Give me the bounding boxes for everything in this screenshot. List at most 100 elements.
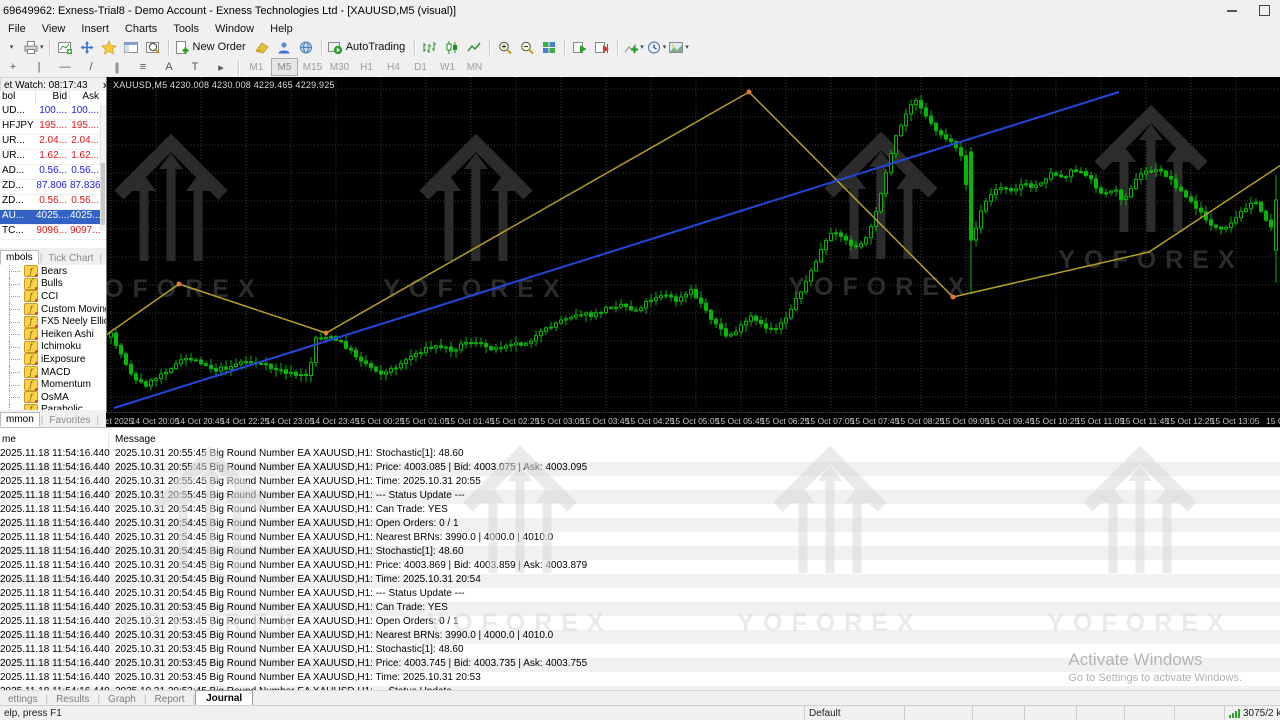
journal-row[interactable]: 2025.11.18 11:54:16.440 2025.10.31 20:55:…: [0, 448, 1280, 462]
tile-windows-icon[interactable]: [538, 38, 560, 56]
timeframe-w1[interactable]: W1: [435, 59, 460, 75]
navigator-item-bulls[interactable]: ƒ Bulls: [0, 277, 106, 291]
menu-tools[interactable]: Tools: [165, 22, 207, 36]
journal-row[interactable]: 2025.11.18 11:54:16.440 2025.10.31 20:53:…: [0, 616, 1280, 630]
journal-row[interactable]: 2025.11.18 11:54:16.440 2025.10.31 20:54:…: [0, 532, 1280, 546]
market-watch-row[interactable]: AU... 4025.... 4025....: [0, 210, 106, 225]
strategy-tester-icon[interactable]: [142, 38, 164, 56]
print-icon[interactable]: ▾: [22, 38, 45, 56]
navigator-item-momentum[interactable]: ƒ Momentum: [0, 378, 106, 391]
line-chart-icon[interactable]: [463, 38, 485, 56]
candlestick-chart[interactable]: YOFOREXYOFOREXYOFOREXYOFOREX: [107, 77, 1280, 412]
timeframe-m1[interactable]: M1: [244, 59, 269, 75]
timeframe-m15[interactable]: M15: [300, 59, 325, 75]
navigator-item-iexposure[interactable]: ƒ iExposure: [0, 353, 106, 366]
text-tool-icon[interactable]: A: [156, 58, 182, 76]
indicators-icon[interactable]: ▾: [622, 38, 645, 56]
market-watch-tab-tick-chart[interactable]: Tick Chart: [43, 252, 98, 265]
navigator-item-ichimoku[interactable]: ƒ Ichimoku: [0, 340, 106, 354]
title-bar[interactable]: 69649962: Exness-Trial8 - Demo Account -…: [0, 0, 1280, 21]
status-profile[interactable]: Default: [805, 706, 905, 720]
templates-icon[interactable]: ▾: [667, 38, 690, 56]
timeframe-h1[interactable]: H1: [354, 59, 379, 75]
navigator-item-osma[interactable]: ƒ OsMA: [0, 390, 106, 404]
menu-insert[interactable]: Insert: [73, 22, 117, 36]
navigator-item-bears[interactable]: ƒ Bears: [0, 265, 106, 278]
market-watch-tab-mbols[interactable]: mbols: [0, 250, 39, 265]
zoom-out-icon[interactable]: [516, 38, 538, 56]
community-icon[interactable]: [295, 38, 317, 56]
chart-type-dropdown-caret[interactable]: ▾: [0, 38, 22, 56]
journal-row[interactable]: 2025.11.18 11:54:16.440 2025.10.31 20:53:…: [0, 630, 1280, 644]
trendline-tool-icon[interactable]: /: [78, 58, 104, 76]
tester-tab-ettings[interactable]: ettings: [0, 693, 45, 706]
tester-tab-results[interactable]: Results: [48, 693, 97, 706]
auto-scroll-icon[interactable]: [569, 38, 591, 56]
journal-row[interactable]: 2025.11.18 11:54:16.440 2025.10.31 20:55:…: [0, 462, 1280, 476]
tester-tab-report[interactable]: Report: [146, 693, 192, 706]
navigator-item-cci[interactable]: ƒ CCI: [0, 290, 106, 303]
menu-window[interactable]: Window: [207, 22, 262, 36]
navigator-tab-mmon[interactable]: mmon: [0, 412, 40, 427]
autotrading-button[interactable]: AutoTrading: [326, 38, 411, 56]
market-watch-row[interactable]: AD... 0.56... 0.56...: [0, 165, 106, 180]
new-order-button[interactable]: New Order: [173, 38, 251, 56]
menu-charts[interactable]: Charts: [117, 22, 165, 36]
cursor-crosshair-icon[interactable]: [76, 38, 98, 56]
menu-view[interactable]: View: [34, 22, 74, 36]
terminal-icon[interactable]: [273, 38, 295, 56]
shapes-tool-icon[interactable]: ▸: [208, 58, 234, 76]
tester-tab-graph[interactable]: Graph: [100, 693, 144, 706]
fibonacci-tool-icon[interactable]: ≡: [130, 58, 156, 76]
market-watch-row[interactable]: TC... 9096... 9097...: [0, 225, 106, 240]
journal-row[interactable]: 2025.11.18 11:54:16.440 2025.10.31 20:54:…: [0, 560, 1280, 574]
timeframe-h4[interactable]: H4: [381, 59, 406, 75]
timeframe-mn[interactable]: MN: [462, 59, 487, 75]
equidistant-channel-tool-icon[interactable]: ∥: [104, 58, 130, 76]
periods-icon[interactable]: ▾: [645, 38, 668, 56]
chart-area[interactable]: YOFOREXYOFOREXYOFOREXYOFOREX XAUUSD,M5 4…: [106, 77, 1280, 412]
navigator-tab-favorites[interactable]: Favorites: [44, 414, 95, 427]
timeframe-m5[interactable]: M5: [271, 58, 298, 76]
vertical-line-tool-icon[interactable]: |: [26, 58, 52, 76]
market-watch-row[interactable]: UR... 1.62... 1.62...: [0, 150, 106, 165]
horizontal-line-tool-icon[interactable]: —: [52, 58, 78, 76]
journal-row[interactable]: 2025.11.18 11:54:16.440 2025.10.31 20:54:…: [0, 518, 1280, 532]
navigator-item-custom-moving-a[interactable]: ƒCustom Moving A: [0, 302, 106, 316]
journal-row[interactable]: 2025.11.18 11:54:16.440 2025.10.31 20:53:…: [0, 602, 1280, 616]
journal-row[interactable]: 2025.11.18 11:54:16.440 2025.10.31 20:54:…: [0, 574, 1280, 588]
timeframe-m30[interactable]: M30: [327, 59, 352, 75]
maximize-button[interactable]: [1259, 5, 1270, 16]
tester-tab-journal[interactable]: Journal: [195, 689, 254, 707]
bar-chart-icon[interactable]: [419, 38, 441, 56]
market-watch-row[interactable]: ZD... 0.56... 0.56...: [0, 195, 106, 210]
market-watch-icon[interactable]: [98, 38, 120, 56]
navigator-item-heiken-ashi[interactable]: ƒ Heiken Ashi: [0, 327, 106, 341]
market-watch-row[interactable]: UR... 2.04... 2.04...: [0, 135, 106, 150]
journal-row[interactable]: 2025.11.18 11:54:16.440 2025.10.31 20:53:…: [0, 644, 1280, 658]
market-watch-row[interactable]: UD... 100.... 100....: [0, 105, 106, 120]
crosshair-tool-icon[interactable]: +: [0, 58, 26, 76]
market-watch-row[interactable]: ZD... 87.806 87.836: [0, 180, 106, 195]
navigator-item-fx5-neely-elliot-w[interactable]: ƒFX5 Neely Elliot W: [0, 315, 106, 328]
journal-row[interactable]: 2025.11.18 11:54:16.440 2025.10.31 20:54:…: [0, 546, 1280, 560]
journal-row[interactable]: 2025.11.18 11:54:16.440 2025.10.31 20:53:…: [0, 658, 1280, 672]
data-window-icon[interactable]: [120, 38, 142, 56]
minimize-button[interactable]: [1227, 9, 1237, 12]
menu-help[interactable]: Help: [262, 22, 301, 36]
new-chart-icon[interactable]: [54, 38, 76, 56]
timeframe-d1[interactable]: D1: [408, 59, 433, 75]
menu-file[interactable]: File: [0, 22, 34, 36]
zoom-in-icon[interactable]: [494, 38, 516, 56]
text-label-tool-icon[interactable]: T: [182, 58, 208, 76]
navigator-item-macd[interactable]: ƒ MACD: [0, 365, 106, 379]
journal-row[interactable]: 2025.11.18 11:54:16.440 2025.10.31 20:54:…: [0, 588, 1280, 602]
journal-row[interactable]: 2025.11.18 11:54:16.440 2025.10.31 20:53:…: [0, 672, 1280, 686]
candlestick-icon[interactable]: [441, 38, 463, 56]
journal-row[interactable]: 2025.11.18 11:54:16.440 2025.10.31 20:54:…: [0, 504, 1280, 518]
chart-shift-icon[interactable]: [591, 38, 613, 56]
journal-row[interactable]: 2025.11.18 11:54:16.440 2025.10.31 20:55:…: [0, 476, 1280, 490]
time-axis[interactable]: 14 Oct 202514 Oct 20:0514 Oct 20:4514 Oc…: [106, 412, 1280, 428]
journal-row[interactable]: 2025.11.18 11:54:16.440 2025.10.31 20:55:…: [0, 490, 1280, 504]
market-watch-row[interactable]: HFJPY 195.... 195....: [0, 120, 106, 135]
